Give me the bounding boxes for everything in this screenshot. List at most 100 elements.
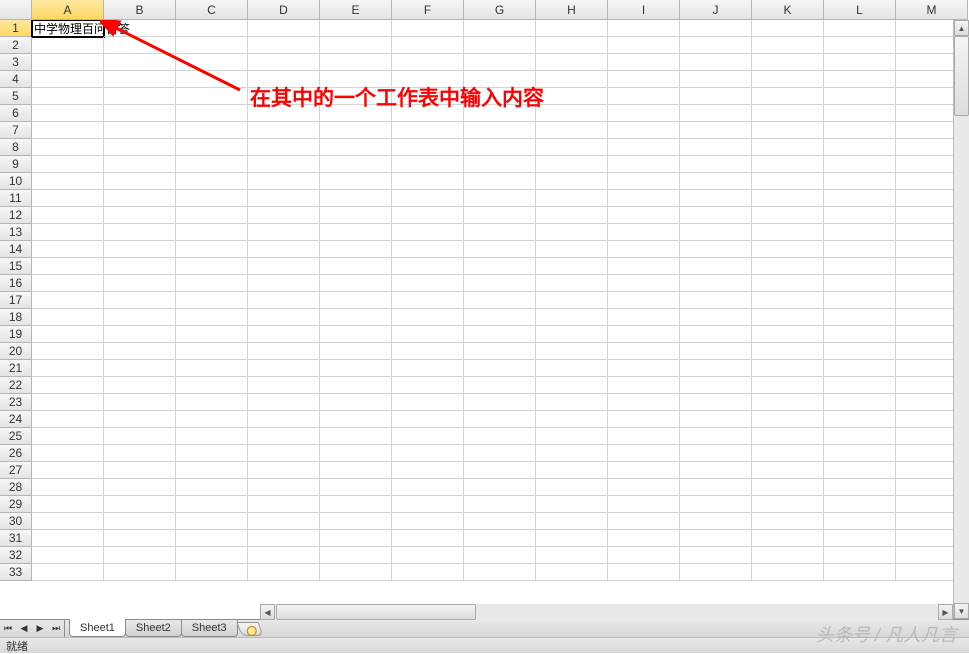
cell-H16[interactable] [536,275,608,292]
cell-K15[interactable] [752,258,824,275]
cell-H21[interactable] [536,360,608,377]
column-header-B[interactable]: B [104,0,176,20]
cell-G1[interactable] [464,20,536,37]
cell-L8[interactable] [824,139,896,156]
cell-K22[interactable] [752,377,824,394]
cell-E6[interactable] [320,105,392,122]
row-header-27[interactable]: 27 [0,462,32,479]
cell-E28[interactable] [320,479,392,496]
cell-L4[interactable] [824,71,896,88]
row-header-13[interactable]: 13 [0,224,32,241]
cell-A13[interactable] [32,224,104,241]
cell-G7[interactable] [464,122,536,139]
cell-L21[interactable] [824,360,896,377]
cell-C9[interactable] [176,156,248,173]
cell-K13[interactable] [752,224,824,241]
cell-I30[interactable] [608,513,680,530]
cell-B15[interactable] [104,258,176,275]
cell-J28[interactable] [680,479,752,496]
column-header-D[interactable]: D [248,0,320,20]
cell-E18[interactable] [320,309,392,326]
tab-nav-prev[interactable]: ◀ [16,620,32,637]
cell-D22[interactable] [248,377,320,394]
cell-L11[interactable] [824,190,896,207]
cell-L29[interactable] [824,496,896,513]
cell-A14[interactable] [32,241,104,258]
cell-I15[interactable] [608,258,680,275]
cell-A7[interactable] [32,122,104,139]
cell-E32[interactable] [320,547,392,564]
cell-H25[interactable] [536,428,608,445]
cell-B29[interactable] [104,496,176,513]
cell-A8[interactable] [32,139,104,156]
cell-I21[interactable] [608,360,680,377]
cell-C14[interactable] [176,241,248,258]
row-header-3[interactable]: 3 [0,54,32,71]
cell-J17[interactable] [680,292,752,309]
select-all-corner[interactable] [0,0,32,20]
row-header-19[interactable]: 19 [0,326,32,343]
cell-H13[interactable] [536,224,608,241]
cell-F13[interactable] [392,224,464,241]
cell-G29[interactable] [464,496,536,513]
cell-H8[interactable] [536,139,608,156]
cell-I25[interactable] [608,428,680,445]
cell-E1[interactable] [320,20,392,37]
cell-I32[interactable] [608,547,680,564]
cell-B2[interactable] [104,37,176,54]
cell-G6[interactable] [464,105,536,122]
cell-F23[interactable] [392,394,464,411]
cell-K20[interactable] [752,343,824,360]
cell-A21[interactable] [32,360,104,377]
cell-E16[interactable] [320,275,392,292]
cell-I28[interactable] [608,479,680,496]
cell-L1[interactable] [824,20,896,37]
column-header-I[interactable]: I [608,0,680,20]
cell-C17[interactable] [176,292,248,309]
cell-J15[interactable] [680,258,752,275]
column-header-A[interactable]: A [32,0,104,20]
cell-I17[interactable] [608,292,680,309]
cell-C28[interactable] [176,479,248,496]
cell-F10[interactable] [392,173,464,190]
cell-J21[interactable] [680,360,752,377]
cell-A2[interactable] [32,37,104,54]
cell-B30[interactable] [104,513,176,530]
cell-E14[interactable] [320,241,392,258]
cell-I8[interactable] [608,139,680,156]
cell-L20[interactable] [824,343,896,360]
cell-L3[interactable] [824,54,896,71]
cell-C27[interactable] [176,462,248,479]
cell-J26[interactable] [680,445,752,462]
cell-J24[interactable] [680,411,752,428]
cell-F26[interactable] [392,445,464,462]
cell-G27[interactable] [464,462,536,479]
cell-A15[interactable] [32,258,104,275]
cell-J14[interactable] [680,241,752,258]
cell-B20[interactable] [104,343,176,360]
cell-A9[interactable] [32,156,104,173]
cell-I9[interactable] [608,156,680,173]
cell-J2[interactable] [680,37,752,54]
cell-E12[interactable] [320,207,392,224]
cell-J22[interactable] [680,377,752,394]
cell-K11[interactable] [752,190,824,207]
cell-G17[interactable] [464,292,536,309]
cell-E31[interactable] [320,530,392,547]
cell-F8[interactable] [392,139,464,156]
cell-A26[interactable] [32,445,104,462]
cell-B12[interactable] [104,207,176,224]
cell-H24[interactable] [536,411,608,428]
cell-A33[interactable] [32,564,104,581]
cell-E24[interactable] [320,411,392,428]
cell-K8[interactable] [752,139,824,156]
cell-B19[interactable] [104,326,176,343]
cell-D20[interactable] [248,343,320,360]
column-header-H[interactable]: H [536,0,608,20]
cell-H28[interactable] [536,479,608,496]
cell-J5[interactable] [680,88,752,105]
cell-H10[interactable] [536,173,608,190]
cell-G10[interactable] [464,173,536,190]
cell-D26[interactable] [248,445,320,462]
cell-I6[interactable] [608,105,680,122]
